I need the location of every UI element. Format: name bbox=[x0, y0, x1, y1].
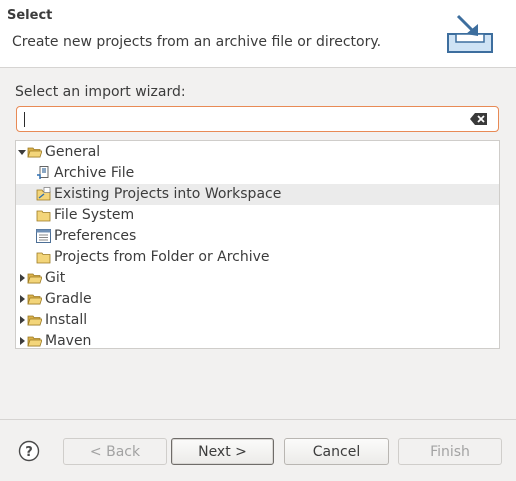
clear-icon[interactable] bbox=[470, 112, 488, 126]
folder-icon bbox=[27, 294, 42, 305]
collapse-arrow-icon[interactable] bbox=[19, 316, 27, 324]
wizard-header: Select Create new projects from an archi… bbox=[0, 0, 516, 68]
back-button[interactable]: < Back bbox=[63, 438, 167, 465]
tree-item-label: General bbox=[45, 144, 101, 160]
existing-projects-icon bbox=[36, 187, 51, 201]
preferences-icon bbox=[36, 229, 51, 243]
tree-item-gradle[interactable]: Gradle bbox=[16, 289, 499, 310]
wizard-prompt: Select an import wizard: bbox=[15, 84, 186, 100]
finish-button[interactable]: Finish bbox=[398, 438, 502, 465]
tree-item-preferences[interactable]: Preferences bbox=[16, 226, 499, 247]
tree-item-projects-from-folder[interactable]: Projects from Folder or Archive bbox=[16, 247, 499, 268]
expand-arrow-icon[interactable] bbox=[18, 149, 26, 157]
svg-text:?: ? bbox=[25, 445, 33, 460]
wizard-tree[interactable]: General Archive File Existing Projects i… bbox=[15, 140, 500, 349]
collapse-arrow-icon[interactable] bbox=[19, 337, 27, 345]
filter-field[interactable] bbox=[16, 106, 499, 132]
cancel-button[interactable]: Cancel bbox=[284, 438, 389, 465]
tree-item-label: Install bbox=[45, 312, 88, 328]
tree-item-label: Gradle bbox=[45, 291, 92, 307]
tree-item-git[interactable]: Git bbox=[16, 268, 499, 289]
tree-item-file-system[interactable]: File System bbox=[16, 205, 499, 226]
tree-item-label: Git bbox=[45, 270, 66, 286]
folder-icon bbox=[36, 210, 51, 222]
folder-icon bbox=[36, 252, 51, 264]
tree-item-label: Projects from Folder or Archive bbox=[54, 249, 270, 265]
help-icon[interactable]: ? bbox=[18, 440, 40, 462]
tree-item-maven[interactable]: Maven bbox=[16, 331, 499, 349]
folder-icon bbox=[27, 273, 42, 284]
text-caret bbox=[24, 112, 25, 127]
filter-input[interactable] bbox=[21, 109, 464, 129]
footer-separator bbox=[0, 419, 516, 420]
page-title: Select bbox=[7, 8, 53, 23]
tree-item-label: Archive File bbox=[54, 165, 135, 181]
tree-item-label: Maven bbox=[45, 333, 92, 349]
import-wizard-icon bbox=[447, 14, 493, 53]
folder-icon bbox=[27, 336, 42, 347]
collapse-arrow-icon[interactable] bbox=[19, 274, 27, 282]
folder-open-icon bbox=[27, 147, 42, 158]
archive-file-icon bbox=[37, 166, 49, 179]
page-description: Create new projects from an archive file… bbox=[12, 34, 382, 50]
tree-item-general[interactable]: General bbox=[16, 142, 499, 163]
folder-icon bbox=[27, 315, 42, 326]
tree-item-label: File System bbox=[54, 207, 135, 223]
tree-item-existing-projects[interactable]: Existing Projects into Workspace bbox=[16, 184, 499, 205]
next-button[interactable]: Next > bbox=[171, 438, 274, 465]
collapse-arrow-icon[interactable] bbox=[19, 295, 27, 303]
tree-item-archive-file[interactable]: Archive File bbox=[16, 163, 499, 184]
tree-item-label: Preferences bbox=[54, 228, 137, 244]
tree-item-label: Existing Projects into Workspace bbox=[54, 186, 282, 202]
tree-item-install[interactable]: Install bbox=[16, 310, 499, 331]
